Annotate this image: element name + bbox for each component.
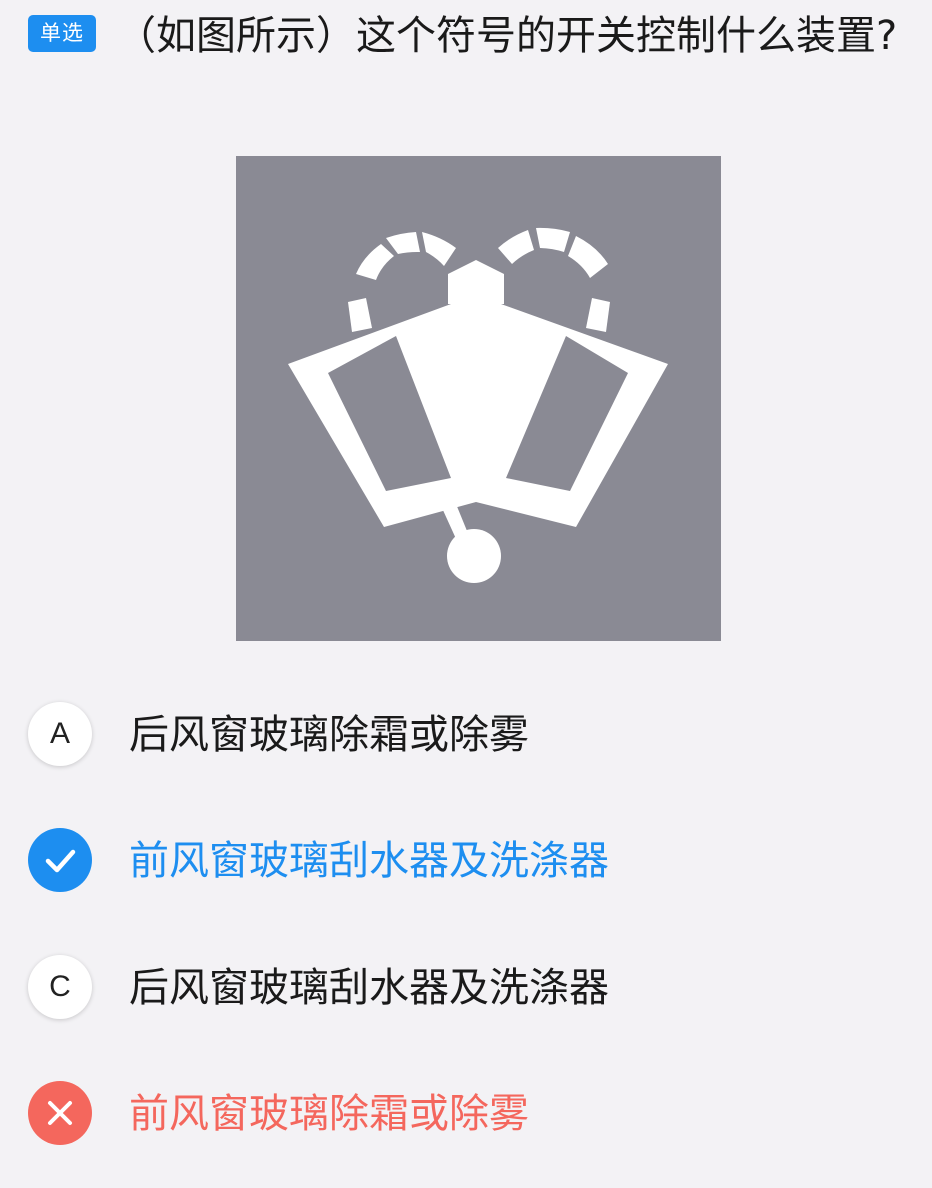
option-a[interactable]: A 后风窗玻璃除霜或除雾 <box>28 702 908 768</box>
option-b-status <box>28 828 92 892</box>
question-text: （如图所示）这个符号的开关控制什么装置? <box>116 13 898 59</box>
cross-icon <box>48 1101 72 1125</box>
option-d-status <box>28 1081 92 1145</box>
option-c[interactable]: C 后风窗玻璃刮水器及洗涤器 <box>28 955 908 1021</box>
option-c-text: 后风窗玻璃刮水器及洗涤器 <box>129 965 609 1011</box>
question-figure <box>236 156 721 641</box>
question-type-badge: 单选 <box>28 15 96 52</box>
option-a-letter: A <box>28 702 92 766</box>
windshield-wiper-washer-icon <box>288 227 668 583</box>
checkmark-icon <box>45 849 76 873</box>
option-d[interactable]: 前风窗玻璃除霜或除雾 <box>28 1081 908 1147</box>
question-stem: 单选 （如图所示）这个符号的开关控制什么装置? <box>28 0 908 73</box>
option-a-text: 后风窗玻璃除霜或除雾 <box>129 712 529 758</box>
option-d-text: 前风窗玻璃除霜或除雾 <box>129 1091 529 1137</box>
option-b[interactable]: 前风窗玻璃刮水器及洗涤器 <box>28 828 908 894</box>
option-b-text: 前风窗玻璃刮水器及洗涤器 <box>129 838 609 884</box>
option-c-letter: C <box>28 955 92 1019</box>
